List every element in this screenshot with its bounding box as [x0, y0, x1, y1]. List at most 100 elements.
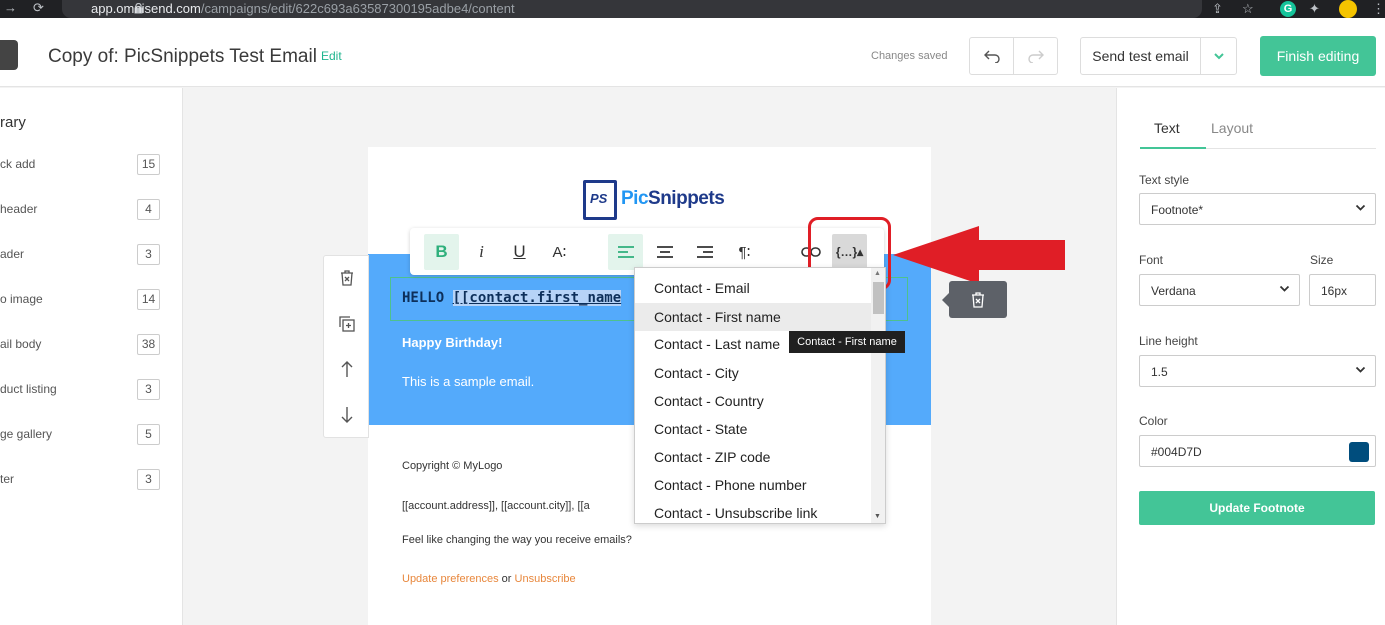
- color-label: Color: [1139, 414, 1168, 428]
- sidebar-item[interactable]: ail body 38: [0, 334, 183, 358]
- sidebar-item[interactable]: ge gallery 5: [0, 424, 183, 448]
- count-badge: 3: [137, 469, 160, 490]
- sidebar-item[interactable]: header 4: [0, 199, 183, 223]
- url-text: app.omnisend.com/campaigns/edit/622c693a…: [91, 1, 515, 16]
- send-test-email-button[interactable]: Send test email: [1080, 37, 1237, 75]
- line-height-select[interactable]: 1.5: [1139, 355, 1376, 387]
- underline-button[interactable]: U: [502, 234, 537, 270]
- sidebar-item[interactable]: o image 14: [0, 289, 183, 313]
- tooltip: Contact - First name: [789, 331, 905, 353]
- line-height-label: Line height: [1139, 334, 1198, 348]
- grammarly-icon[interactable]: G: [1280, 1, 1296, 17]
- menu-icon[interactable]: ⋮: [1372, 1, 1385, 17]
- profile-avatar[interactable]: [1339, 0, 1357, 18]
- copyright-text[interactable]: Copyright © MyLogo: [402, 460, 502, 472]
- star-icon[interactable]: ☆: [1242, 1, 1254, 17]
- brand-mark-icon: PS: [583, 180, 617, 220]
- dropdown-item[interactable]: Contact - State: [635, 415, 871, 443]
- sample-text[interactable]: This is a sample email.: [402, 374, 534, 389]
- align-center-button[interactable]: [647, 234, 682, 270]
- count-badge: 5: [137, 424, 160, 445]
- save-status: Changes saved: [871, 50, 948, 62]
- color-input[interactable]: #004D7D: [1139, 435, 1376, 467]
- scroll-down-icon[interactable]: ▼: [874, 513, 881, 520]
- edit-title-link[interactable]: Edit: [321, 49, 342, 63]
- chevron-down-icon: [1213, 53, 1224, 60]
- redo-button[interactable]: [1013, 38, 1057, 74]
- count-badge: 4: [137, 199, 160, 220]
- dropdown-item[interactable]: Contact - Email: [635, 274, 871, 302]
- forward-icon[interactable]: →: [4, 0, 17, 16]
- share-icon[interactable]: ⇪: [1212, 1, 1223, 17]
- chevron-down-icon: [1355, 204, 1366, 211]
- feel-text[interactable]: Feel like changing the way you receive e…: [402, 534, 632, 546]
- count-badge: 3: [137, 244, 160, 265]
- italic-button[interactable]: i: [464, 234, 499, 270]
- properties-panel: Text Layout Text style Footnote* Font Si…: [1116, 88, 1385, 625]
- font-select[interactable]: Verdana: [1139, 274, 1300, 306]
- dropdown-item[interactable]: Contact - City: [635, 359, 871, 387]
- dropdown-item[interactable]: Contact - ZIP code: [635, 443, 871, 471]
- finish-editing-button[interactable]: Finish editing: [1260, 36, 1376, 76]
- sidebar-item[interactable]: ter 3: [0, 469, 183, 493]
- sidebar-heading: rary: [0, 114, 26, 131]
- delete-element-button[interactable]: [942, 281, 1007, 318]
- paragraph-button[interactable]: ¶∶: [727, 234, 762, 270]
- footer-links: Update preferences or Unsubscribe: [402, 573, 576, 585]
- redo-icon: [1027, 50, 1044, 63]
- variables-dropdown: Contact - Email Contact - First name Con…: [634, 267, 886, 524]
- brand-logo[interactable]: PS PicSnippets: [583, 180, 725, 222]
- send-test-dropdown[interactable]: [1201, 38, 1236, 74]
- align-center-icon: [656, 246, 673, 258]
- merge-tag-selection: [[contact.first_name: [452, 290, 622, 306]
- dropdown-item[interactable]: Contact - First name: [635, 303, 871, 331]
- duplicate-block-button[interactable]: [335, 312, 359, 336]
- font-label: Font: [1139, 253, 1164, 267]
- undo-icon: [983, 50, 1000, 63]
- color-swatch[interactable]: [1349, 442, 1369, 462]
- active-tab-indicator: [1140, 147, 1206, 149]
- tab-text[interactable]: Text: [1154, 120, 1180, 136]
- count-badge: 14: [137, 289, 160, 310]
- move-up-button[interactable]: [335, 357, 359, 381]
- trash-icon: [341, 270, 353, 286]
- scrollbar-thumb[interactable]: [873, 282, 884, 314]
- tab-layout[interactable]: Layout: [1211, 120, 1253, 136]
- chevron-down-icon: [1279, 285, 1290, 292]
- app-header: Copy of: PicSnippets Test Email Edit Cha…: [0, 18, 1385, 87]
- update-preferences-link[interactable]: Update preferences: [402, 573, 499, 585]
- send-test-label[interactable]: Send test email: [1081, 38, 1201, 74]
- address-text[interactable]: [[account.address]], [[account.city]], […: [402, 500, 590, 512]
- count-badge: 38: [137, 334, 160, 355]
- arrow-down-icon: [341, 407, 353, 423]
- bold-button[interactable]: B: [424, 234, 459, 270]
- content-library-sidebar: rary ck add 15 header 4 ader 3 o image 14 ai…: [0, 88, 183, 625]
- delete-block-button[interactable]: [335, 266, 359, 290]
- count-badge: 3: [137, 379, 160, 400]
- dropdown-item[interactable]: Contact - Unsubscribe link: [635, 499, 871, 523]
- size-select[interactable]: 16px: [1309, 274, 1376, 306]
- update-footnote-button[interactable]: Update Footnote: [1139, 491, 1375, 525]
- sidebar-item[interactable]: ck add 15: [0, 154, 183, 178]
- extensions-icon[interactable]: ✦: [1309, 1, 1320, 17]
- undo-button[interactable]: [970, 38, 1013, 74]
- reload-icon[interactable]: ⟳: [33, 0, 44, 16]
- text-style-select[interactable]: Footnote*: [1139, 193, 1376, 225]
- dropdown-scrollbar[interactable]: [871, 268, 885, 523]
- dropdown-item[interactable]: Contact - Country: [635, 387, 871, 415]
- sidebar-item[interactable]: ader 3: [0, 244, 183, 268]
- sidebar-item[interactable]: duct listing 3: [0, 379, 183, 403]
- move-down-button[interactable]: [335, 403, 359, 427]
- happy-birthday-text[interactable]: Happy Birthday!: [402, 335, 502, 350]
- align-left-button[interactable]: [608, 234, 643, 270]
- unsubscribe-link[interactable]: Unsubscribe: [515, 573, 576, 585]
- trash-icon: [972, 291, 984, 308]
- font-size-button[interactable]: A∶: [542, 234, 577, 270]
- scroll-up-icon[interactable]: ▲: [874, 270, 881, 277]
- hello-line[interactable]: HELLO [[contact.first_name: [402, 290, 622, 306]
- align-right-button[interactable]: [687, 234, 722, 270]
- dropdown-item[interactable]: Contact - Phone number: [635, 471, 871, 499]
- align-left-icon: [617, 246, 634, 258]
- duplicate-icon: [339, 316, 355, 332]
- app-logo[interactable]: [0, 40, 18, 70]
